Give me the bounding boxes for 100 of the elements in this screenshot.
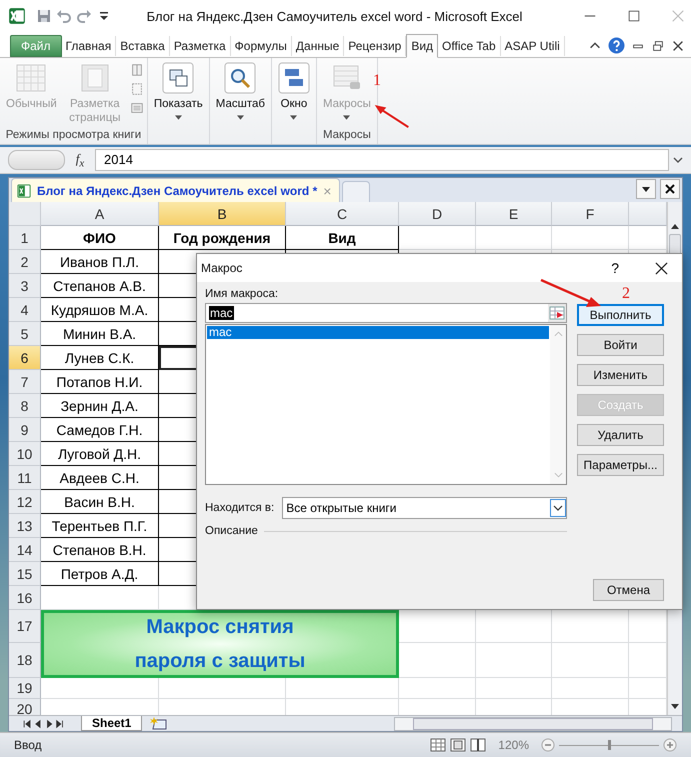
scroll-down-icon[interactable] [670,701,680,711]
ribbon-tab[interactable]: ASAP Utili [500,36,565,56]
caret-icon[interactable] [550,498,566,518]
ribbon-button[interactable]: Окно [274,60,313,144]
section-label: Описание [205,525,258,537]
row-header[interactable]: 5 [9,322,41,346]
row-header[interactable]: 16 [9,586,41,610]
ribbon-tab[interactable]: Вставка [116,36,170,56]
row-header[interactable]: 14 [9,538,41,562]
window-title: Блог на Яндекс.Дзен Самоучитель excel word - Microsoft Excel [146,8,524,24]
zoom-in-icon[interactable] [663,738,677,752]
table-cell: Степанов А.В. [41,274,159,298]
dialog-button[interactable]: Выполнить [577,304,664,326]
annotation-number: 1 [373,72,381,90]
dialog-button[interactable]: Войти [577,334,664,356]
insert-function-button[interactable]: f$_{x}$ [65,150,95,170]
table-cell: Потапов Н.И. [41,370,159,394]
windows-icon [162,62,194,94]
undo-icon[interactable] [56,8,72,24]
row-header[interactable]: 1 [9,226,41,250]
row-header[interactable]: 18 [9,643,41,678]
ribbon-button[interactable]: Масштаб [212,60,268,144]
ribbon-tab[interactable]: Вид [406,34,438,58]
ribbon-tab[interactable]: Формулы [230,36,292,56]
column-header[interactable]: C [286,202,399,226]
field-label: Находится в: [205,502,274,514]
expand-icon[interactable] [673,155,683,165]
group-label: Макросы [322,128,372,143]
grid-icon [15,62,48,94]
close-icon[interactable] [671,38,685,52]
row-header[interactable]: 12 [9,490,41,514]
zoom-out-icon[interactable] [541,738,555,752]
macro-list-item[interactable]: mac [207,326,549,339]
normal-view-icon[interactable] [430,738,446,752]
help-button[interactable]: ? [605,259,625,277]
page-icon[interactable] [130,63,144,77]
maximize-icon[interactable] [627,9,641,23]
ribbon-tab[interactable]: Разметка [170,36,231,56]
table-cell: Лунев С.К. [41,346,159,370]
excel-logo-icon[interactable] [8,7,26,25]
column-header[interactable]: B [159,202,286,226]
dialog-title: Макрос [201,261,242,275]
table-cell: Луговой Д.Н. [41,442,159,466]
row-header[interactable]: 8 [9,394,41,418]
workbook-tab[interactable]: Блог на Яндекс.Дзен Самоучитель excel word * × [11,178,340,202]
help-icon[interactable] [608,37,625,54]
annotation-arrow [539,278,603,308]
row-header[interactable]: 7 [9,370,41,394]
row-header[interactable]: 11 [9,466,41,490]
zoom-slider-thumb[interactable] [608,740,611,750]
table-cell: Зернин Д.А. [41,394,159,418]
screen-icon[interactable] [130,101,144,115]
dialog-button[interactable]: Параметры... [577,454,664,476]
ribbon-tab[interactable]: Office Tab [438,36,501,56]
row-header[interactable]: 9 [9,418,41,442]
ribbon-button[interactable]: Показать [150,60,206,144]
scroll-up-icon[interactable] [670,222,680,232]
row-header[interactable]: 3 [9,274,41,298]
formula-field[interactable]: 2014 [95,149,669,171]
row-header[interactable]: 10 [9,442,41,466]
row-header[interactable]: 19 [9,678,41,699]
page-layout-icon[interactable] [450,738,466,752]
page-icon [78,62,111,94]
dropdown-icon[interactable] [636,179,656,199]
table-cell: Васин В.Н. [41,490,159,514]
status-mode: Ввод [14,738,42,752]
page-break-icon[interactable] [470,738,486,752]
group-label: Режимы просмотра книги [4,128,142,143]
row-header[interactable]: 4 [9,298,41,322]
row-header[interactable]: 17 [9,610,41,643]
window-icon [278,62,310,94]
location-dropdown[interactable]: Все открытые книги [282,497,567,519]
cancel-button[interactable]: Отмена [593,579,664,601]
horizontal-scrollbar[interactable] [394,716,672,730]
row-header[interactable]: 6 [9,346,41,370]
dialog-button[interactable]: Изменить [577,364,664,386]
macro-list[interactable]: mac [205,324,567,485]
table-arrow-icon[interactable] [548,304,566,322]
page-icon[interactable] [130,82,144,96]
ribbon-tab[interactable]: Данные [292,36,344,56]
table-cell: Минин В.А. [41,322,159,346]
ribbon-tab[interactable]: Главная [62,36,116,56]
column-header[interactable]: A [41,202,159,226]
table-cell: Кудряшов М.А. [41,298,159,322]
row-header[interactable]: 13 [9,514,41,538]
table-cell: Авдеев С.Н. [41,466,159,490]
column-header[interactable]: E [476,202,552,226]
save-icon[interactable] [36,8,52,24]
close-icon[interactable] [660,179,680,199]
row-header[interactable]: 2 [9,250,41,274]
column-header[interactable]: F [552,202,629,226]
restore-icon[interactable] [651,38,665,52]
macro-name-field[interactable]: mac [205,303,567,323]
dialog-button[interactable]: Удалить [577,424,664,446]
column-header[interactable]: D [399,202,476,226]
sheet-tab[interactable]: Sheet1 [81,716,142,731]
row-header[interactable]: 15 [9,562,41,586]
close-icon[interactable] [655,262,668,274]
spreadsheet-file-icon [17,184,31,198]
row-header[interactable]: 20 [9,699,41,715]
